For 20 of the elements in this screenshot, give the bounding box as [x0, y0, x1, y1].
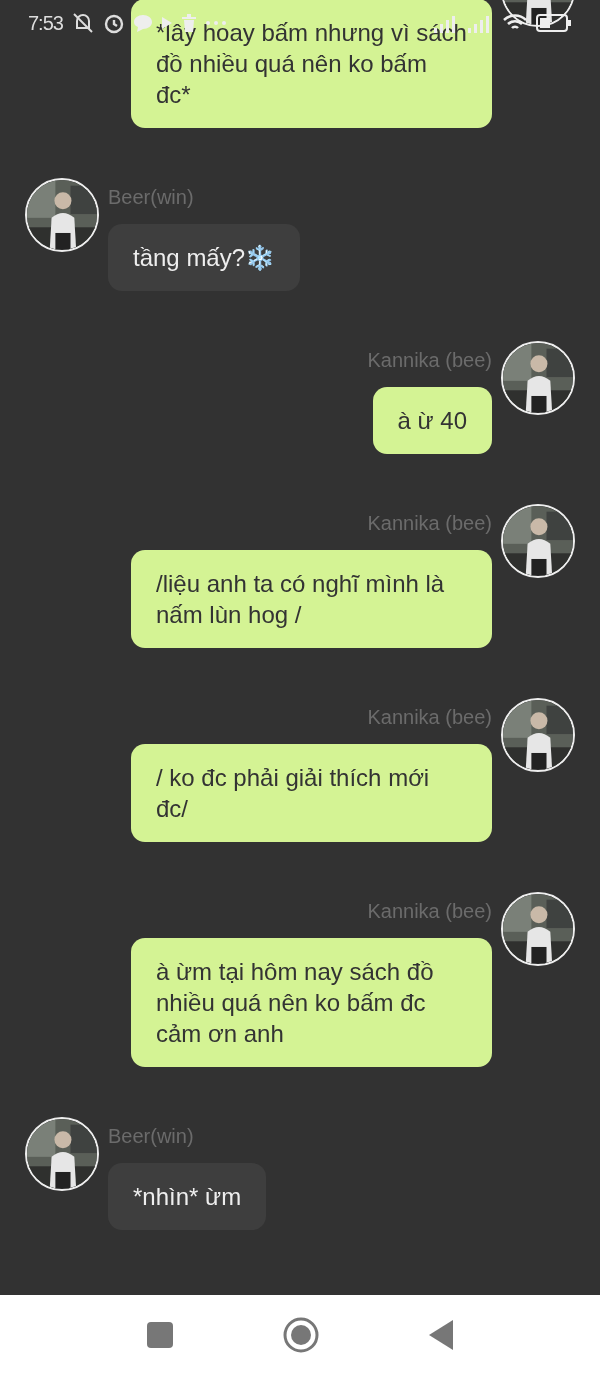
more-dots-icon — [204, 19, 227, 26]
sender-name: Kannika (bee) — [367, 705, 492, 730]
muted-bell-icon — [70, 11, 95, 34]
message-bubble: tầng mấy?❄ — [108, 224, 301, 291]
message-bubble: à ừ 40 — [372, 387, 492, 454]
home-icon[interactable] — [283, 1317, 319, 1353]
message-bubble: *lây hoay bấm nhưng vì sách đồ nhiều quá nên ko bấm đc* — [131, 0, 492, 128]
sender-name: Beer(win) — [108, 185, 194, 210]
clock-time: 7:53 — [28, 10, 63, 36]
message-bubble: / ko đc phải giải thích mới đc/ — [131, 744, 492, 842]
sender-name: Beer(win) — [108, 1124, 194, 1149]
message-bubble: *nhìn* ừm — [108, 1163, 267, 1230]
battery-icon — [536, 13, 572, 32]
sender-name: Kannika (bee) — [367, 899, 492, 924]
back-icon[interactable] — [429, 1320, 453, 1350]
message-bubble: à ừm tại hôm nay sách đồ nhiều quá nên ko bấm đc cảm ơn anh — [131, 938, 492, 1067]
sender-name: Kannika (bee) — [367, 511, 492, 536]
chat-bubble-icon — [132, 13, 153, 32]
message-bubble: /liệu anh ta có nghĩ mình là nấm lùn hog / — [131, 550, 492, 648]
sender-name: Kannika (bee) — [367, 348, 492, 373]
